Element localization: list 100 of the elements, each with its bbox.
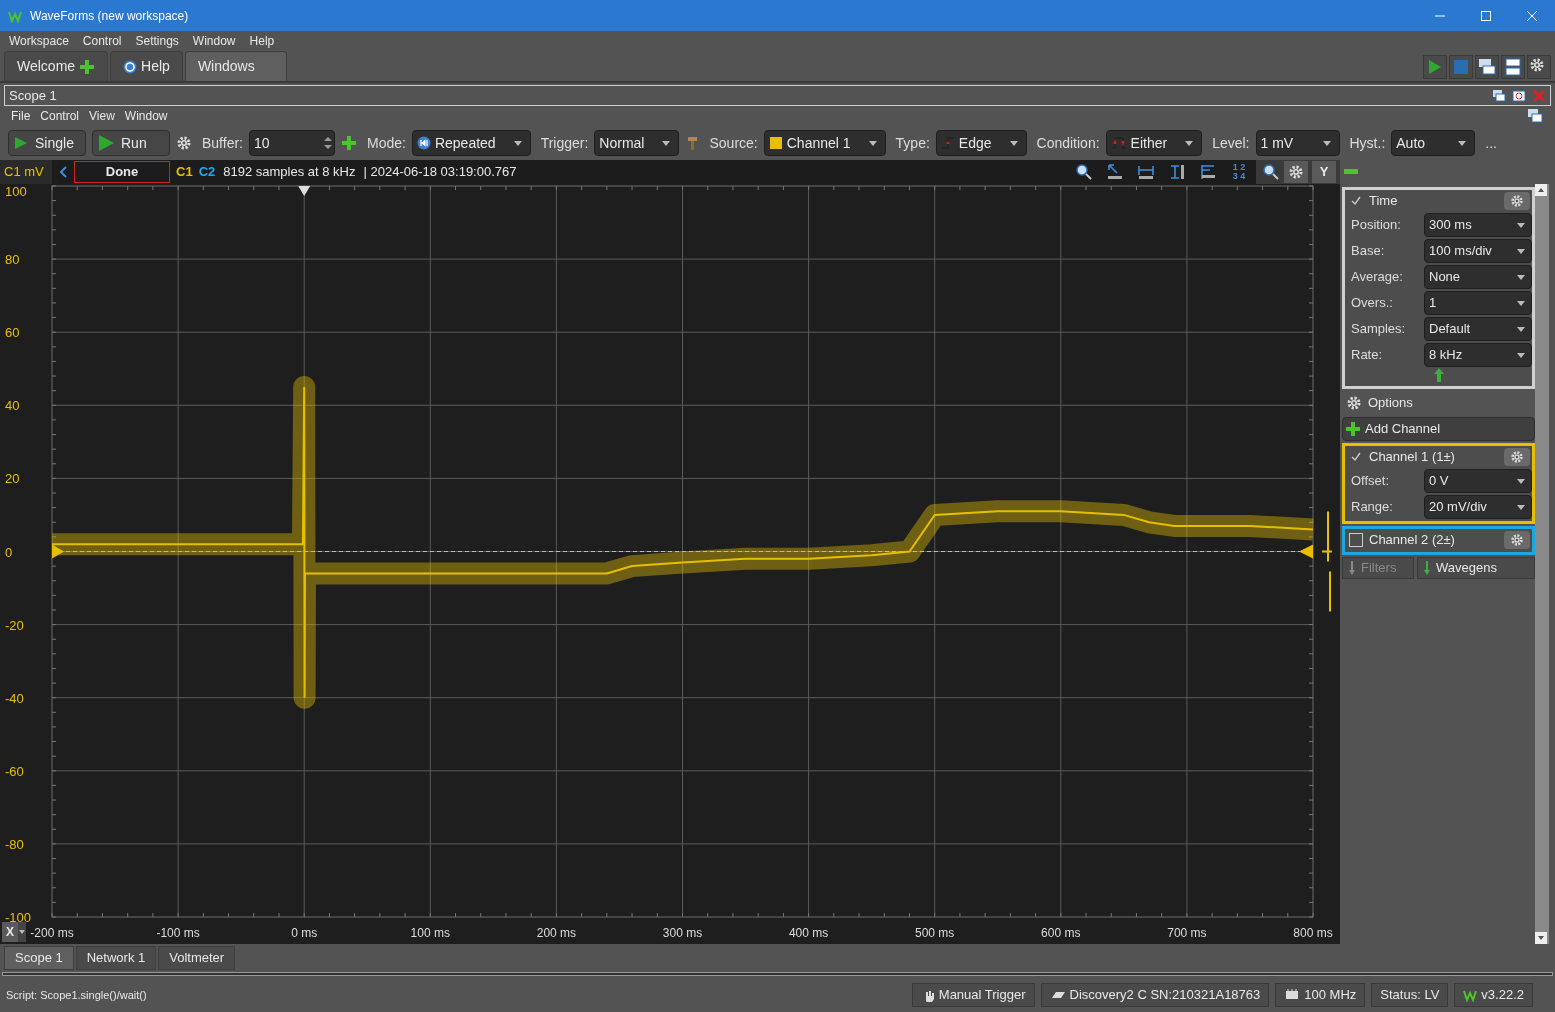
settings-button[interactable] xyxy=(1284,161,1308,183)
dropdown[interactable]: None xyxy=(1424,265,1532,289)
menu-item[interactable]: File xyxy=(8,107,34,125)
tab[interactable]: Scope 1 xyxy=(4,946,74,970)
channel-label[interactable]: C1 xyxy=(176,162,193,182)
panel-button[interactable]: Wavegens xyxy=(1417,557,1535,579)
gear-icon xyxy=(1510,533,1524,547)
check-icon xyxy=(1351,196,1361,206)
dropdown[interactable]: 1 xyxy=(1424,291,1532,315)
tile-windows-button[interactable] xyxy=(1501,55,1525,79)
caret-icon xyxy=(1185,140,1194,146)
horizontal-cursor-button[interactable] xyxy=(1137,163,1155,181)
settings-button[interactable] xyxy=(1504,192,1530,210)
toolbar-label: Source: xyxy=(709,133,758,153)
section-title: Channel 2 (2±) xyxy=(1369,531,1455,550)
status-button[interactable]: Status: LV xyxy=(1371,983,1449,1007)
dropdown[interactable]: 20 mV/div xyxy=(1424,495,1532,519)
caret-icon xyxy=(1517,352,1525,358)
zoom-button[interactable] xyxy=(1262,163,1280,181)
dropdown[interactable]: Auto xyxy=(1391,130,1476,156)
collapse-button[interactable] xyxy=(1344,169,1358,175)
pulse-icon xyxy=(1110,135,1127,151)
tab[interactable]: Voltmeter xyxy=(158,946,236,970)
maximize-icon xyxy=(1480,9,1492,22)
dropdown[interactable]: 100 ms/div xyxy=(1424,239,1532,263)
maximize-button[interactable] xyxy=(1512,88,1526,103)
cascade-windows-button[interactable] xyxy=(1475,55,1499,79)
restore-button[interactable] xyxy=(1492,88,1506,103)
toolbar-label: ... xyxy=(1485,133,1497,153)
x-tick-label: -100 ms xyxy=(156,926,200,940)
status-button[interactable]: v3.22.2 xyxy=(1454,983,1533,1007)
section-title: Channel 1 (1±) xyxy=(1369,448,1455,467)
menu-item[interactable]: Settings xyxy=(130,32,184,50)
level-marker-icon xyxy=(1321,510,1333,613)
field-label: Overs.: xyxy=(1351,294,1394,313)
dropdown[interactable]: Either xyxy=(1105,130,1203,156)
toolbar-label: Hyst.: xyxy=(1349,133,1386,153)
x-tick-label: 200 ms xyxy=(536,926,577,940)
toolbar-button[interactable]: Run xyxy=(92,130,170,156)
channel-grid-button[interactable]: 1 2 3 4 xyxy=(1230,163,1248,181)
dropdown[interactable]: Default xyxy=(1424,317,1532,341)
field-label: Average: xyxy=(1351,268,1404,287)
vertical-cursor-button[interactable] xyxy=(1168,163,1186,181)
start-button[interactable] xyxy=(1423,55,1447,79)
tab[interactable]: Help xyxy=(110,51,183,81)
channel-label[interactable]: C2 xyxy=(198,162,216,182)
menu-item[interactable]: Window xyxy=(187,32,241,50)
scrollbar[interactable] xyxy=(1535,184,1549,944)
trigger-level-icon[interactable] xyxy=(1299,544,1313,559)
section-title: Time xyxy=(1369,192,1398,211)
menu-item[interactable]: Control xyxy=(37,107,83,125)
help-icon xyxy=(123,59,138,74)
add-channel-button[interactable]: Add Channel xyxy=(1342,417,1535,441)
cursor-button[interactable] xyxy=(1106,163,1124,181)
toolbar-button[interactable]: Single xyxy=(8,130,86,156)
x-tick-label: 300 ms xyxy=(662,926,703,940)
settings-button[interactable] xyxy=(1504,531,1530,549)
restore-button[interactable] xyxy=(1527,108,1543,124)
dropdown[interactable]: 8 kHz xyxy=(1424,343,1532,367)
spin-arrows-icon xyxy=(324,136,332,150)
settings-button[interactable] xyxy=(1504,448,1530,466)
menu-item[interactable]: View xyxy=(86,107,118,125)
caret-icon xyxy=(1517,326,1525,332)
menu-item[interactable]: Window xyxy=(121,107,171,125)
settings-button[interactable] xyxy=(1527,55,1551,79)
options-button[interactable]: Options xyxy=(1342,391,1535,415)
buffer-spinbox[interactable]: 10 xyxy=(249,130,335,156)
dropdown-button[interactable] xyxy=(18,922,26,942)
dropdown[interactable]: 0 V xyxy=(1424,469,1532,493)
tab[interactable]: Welcome xyxy=(4,51,109,81)
status-button[interactable]: 100 MHz xyxy=(1275,983,1366,1007)
dropdown[interactable]: Channel 1 xyxy=(763,130,886,156)
dropdown[interactable]: 1 mV xyxy=(1255,130,1340,156)
tab[interactable]: Windows xyxy=(184,51,287,81)
menu-item[interactable]: Control xyxy=(77,32,127,50)
script-status: Script: Scope1.single()/wait() xyxy=(6,987,147,1003)
y-tick-label: -60 xyxy=(5,763,24,779)
zoom-icon xyxy=(1262,163,1280,181)
add-button[interactable] xyxy=(341,135,357,151)
y-tick-label: -40 xyxy=(5,690,24,706)
zoom-in-button[interactable] xyxy=(1075,163,1093,181)
y-axis-button[interactable]: Y xyxy=(1312,161,1336,183)
trigger-position-icon[interactable] xyxy=(298,186,311,196)
menu-item[interactable]: Workspace xyxy=(4,32,74,50)
x-axis-button[interactable]: X xyxy=(2,922,18,942)
checkbox[interactable] xyxy=(1349,533,1363,547)
status-button[interactable]: Discovery2 C SN:210321A18763 xyxy=(1040,983,1270,1007)
ruler-lines-button[interactable] xyxy=(1199,163,1217,181)
status-button[interactable]: Manual Trigger xyxy=(911,983,1035,1007)
dropdown[interactable]: 300 ms xyxy=(1424,213,1532,237)
dropdown[interactable]: Repeated xyxy=(411,130,531,156)
vertical-cursor-icon xyxy=(1168,163,1186,181)
gear-icon xyxy=(1510,194,1524,208)
dropdown[interactable]: Edge xyxy=(935,130,1027,156)
tab[interactable]: Network 1 xyxy=(75,946,157,970)
x-tick-label: 0 ms xyxy=(291,926,318,940)
zoom-in-icon xyxy=(1075,163,1093,181)
dropdown[interactable]: Normal xyxy=(594,130,680,156)
menu-item[interactable]: Help xyxy=(244,32,280,50)
offset-marker-icon[interactable] xyxy=(52,544,64,559)
